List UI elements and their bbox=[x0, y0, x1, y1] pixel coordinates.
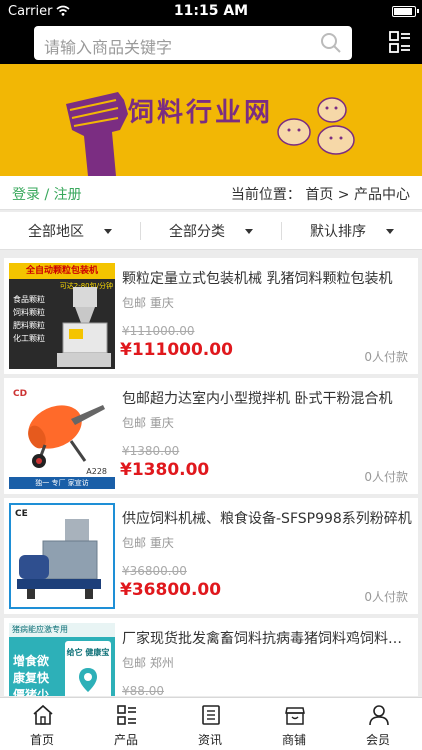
fist-logo-icon bbox=[66, 92, 128, 176]
tab-news-label: 资讯 bbox=[197, 733, 222, 747]
product-buyers: 0人付款 bbox=[364, 470, 408, 484]
tab-home-label: 首页 bbox=[29, 733, 54, 747]
status-bar: Carrier 11:15 AM bbox=[0, 0, 422, 22]
chevron-down-icon bbox=[245, 228, 253, 234]
tab-shops-label: 商铺 bbox=[281, 733, 306, 747]
pigs-icon bbox=[277, 97, 355, 155]
grinder-icon bbox=[17, 519, 101, 599]
image-list-item: 肥料颗粒 bbox=[13, 321, 45, 330]
product-card[interactable]: 全自动颗粒包装机 可达2-80包/分钟 食品颗粒 饲料颗粒 肥料颗粒 化工颗粒 … bbox=[4, 258, 418, 374]
login-register-link[interactable]: 登录 / 注册 bbox=[12, 184, 82, 204]
image-line: 僵猪少 bbox=[13, 688, 50, 696]
category-menu-icon[interactable] bbox=[388, 30, 412, 54]
top-bar: Carrier 11:15 AM 请输入商品关键字 bbox=[0, 0, 422, 64]
image-list-item: 食品颗粒 bbox=[13, 295, 45, 304]
product-image: CD A228 独一 专厂 家宣访 bbox=[9, 383, 115, 489]
banner-title: 饲料行业网 bbox=[128, 98, 274, 128]
tab-member[interactable]: 会员 bbox=[336, 698, 420, 750]
tab-member-label: 会员 bbox=[365, 733, 390, 747]
model-label: A228 bbox=[86, 467, 107, 476]
tab-shops[interactable]: 商铺 bbox=[252, 698, 336, 750]
product-buyers: 0人付款 bbox=[364, 590, 408, 604]
sort-filter[interactable]: 默认排序 bbox=[282, 212, 422, 250]
brand-label: 给它 健康宝 bbox=[66, 648, 110, 657]
image-line: 增食欲 bbox=[13, 654, 50, 668]
product-price: ¥111000.00 bbox=[120, 340, 233, 360]
image-line: 康复快 bbox=[13, 671, 50, 685]
product-original-price: ¥36800.00 bbox=[122, 564, 187, 578]
search-placeholder: 请输入商品关键字 bbox=[44, 38, 173, 57]
mixer-icon bbox=[28, 405, 105, 468]
tab-products[interactable]: 产品 bbox=[84, 698, 168, 750]
region-filter[interactable]: 全部地区 bbox=[0, 212, 140, 250]
product-title: 颗粒定量立式包装机械 乳猪饲料颗粒包装机 bbox=[122, 271, 393, 287]
image-footer: 独一 专厂 家宣访 bbox=[9, 477, 115, 489]
category-filter[interactable]: 全部分类 bbox=[141, 212, 281, 250]
image-list-item: 饲料颗粒 bbox=[13, 308, 45, 317]
product-original-price: ¥88.00 bbox=[122, 684, 164, 696]
product-price: ¥36800.00 bbox=[120, 580, 222, 600]
breadcrumb: 当前位置： 首页 > 产品中心 bbox=[230, 187, 410, 203]
product-location: 包邮 郑州 bbox=[122, 656, 174, 670]
battery-icon bbox=[392, 6, 419, 17]
product-title: 包邮超力达室内小型搅拌机 卧式干粉混合机 bbox=[122, 391, 393, 407]
product-box-icon: 给它 健康宝 bbox=[65, 641, 111, 696]
home-icon bbox=[33, 704, 53, 725]
location-pin-icon bbox=[79, 668, 97, 692]
product-image: CE bbox=[9, 503, 115, 609]
product-location: 包邮 重庆 bbox=[122, 416, 174, 430]
product-original-price: ¥111000.00 bbox=[122, 324, 195, 338]
search-input[interactable]: 请输入商品关键字 bbox=[34, 26, 352, 60]
grid-icon bbox=[117, 705, 136, 725]
product-image: 全自动颗粒包装机 可达2-80包/分钟 食品颗粒 饲料颗粒 肥料颗粒 化工颗粒 bbox=[9, 263, 115, 369]
filter-bar: 全部地区 全部分类 默认排序 bbox=[0, 212, 422, 250]
sort-filter-label: 默认排序 bbox=[310, 224, 366, 240]
product-card[interactable]: 猪病能应激专用 增食欲 康复快 僵猪少 给它 健康宝 厂家现货批发禽畜饲料抗病毒… bbox=[4, 618, 418, 696]
category-filter-label: 全部分类 bbox=[169, 224, 225, 240]
tab-products-label: 产品 bbox=[113, 733, 138, 747]
clock: 11:15 AM bbox=[173, 3, 249, 19]
banner: 饲料行业网 bbox=[0, 64, 422, 176]
product-original-price: ¥1380.00 bbox=[122, 444, 180, 458]
image-header: 猪病能应激专用 bbox=[9, 623, 115, 637]
user-icon bbox=[369, 705, 389, 726]
image-header: 全自动颗粒包装机 bbox=[9, 263, 115, 279]
image-list-item: 化工颗粒 bbox=[13, 334, 45, 343]
product-list: 全自动颗粒包装机 可达2-80包/分钟 食品颗粒 饲料颗粒 肥料颗粒 化工颗粒 … bbox=[0, 254, 422, 696]
news-icon bbox=[202, 705, 220, 725]
chevron-down-icon bbox=[104, 228, 112, 234]
product-card[interactable]: CE 供应饲料机械、粮食设备-SFSP998系列粉碎机 包邮 重庆 ¥36800… bbox=[4, 498, 418, 614]
app-root: Carrier 11:15 AM 请输入商品关键字 饲料行业网 登录 / 注册 … bbox=[0, 0, 422, 750]
tab-home[interactable]: 首页 bbox=[0, 698, 84, 750]
product-title: 供应饲料机械、粮食设备-SFSP998系列粉碎机 bbox=[122, 511, 412, 527]
product-location: 包邮 重庆 bbox=[122, 296, 174, 310]
product-buyers: 0人付款 bbox=[364, 350, 408, 364]
product-image: 猪病能应激专用 增食欲 康复快 僵猪少 给它 健康宝 bbox=[9, 623, 115, 696]
region-filter-label: 全部地区 bbox=[28, 224, 84, 240]
image-list: 食品颗粒 饲料颗粒 肥料颗粒 化工颗粒 bbox=[13, 293, 45, 345]
breadcrumb-bar: 登录 / 注册 当前位置： 首页 > 产品中心 bbox=[0, 176, 422, 210]
product-location: 包邮 重庆 bbox=[122, 536, 174, 550]
tab-news[interactable]: 资讯 bbox=[168, 698, 252, 750]
packing-machine-icon bbox=[57, 287, 111, 367]
product-title: 厂家现货批发禽畜饲料抗病毒猪饲料鸡饲料添加剂 bbox=[122, 631, 412, 647]
image-lines: 增食欲 康复快 僵猪少 bbox=[13, 653, 49, 696]
chevron-down-icon bbox=[386, 228, 394, 234]
bottom-tab-bar: 首页 产品 资讯 商铺 会员 bbox=[0, 697, 422, 750]
product-price: ¥1380.00 bbox=[120, 460, 210, 480]
product-card[interactable]: CD A228 独一 专厂 家宣访 包邮超力达室内小型搅拌机 卧式干粉混合机 包… bbox=[4, 378, 418, 494]
shop-icon bbox=[285, 707, 305, 725]
search-icon[interactable] bbox=[320, 32, 342, 54]
